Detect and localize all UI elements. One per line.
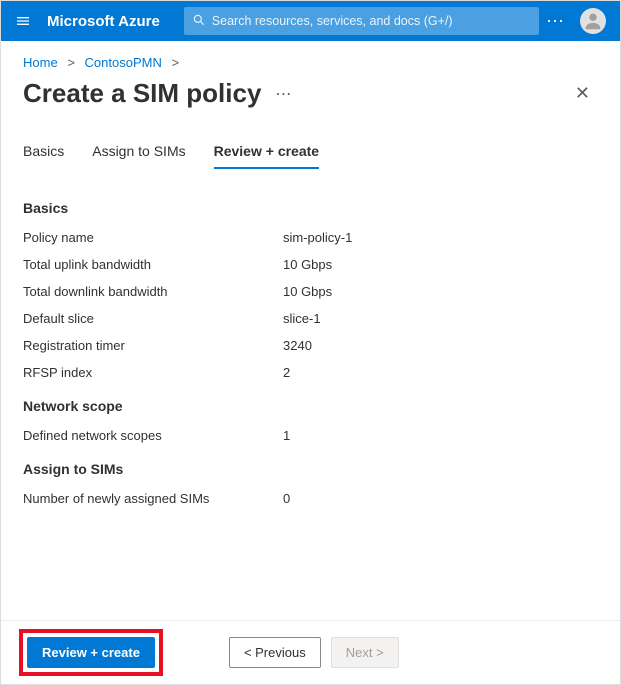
- label-downlink: Total downlink bandwidth: [23, 284, 283, 299]
- label-scopes: Defined network scopes: [23, 428, 283, 443]
- value-rfsp: 2: [283, 365, 290, 380]
- row-scopes: Defined network scopes 1: [23, 428, 598, 443]
- value-uplink: 10 Gbps: [283, 257, 332, 272]
- breadcrumb: Home > ContosoPMN >: [23, 55, 598, 70]
- chevron-right-icon: >: [67, 55, 75, 70]
- page-content: Home > ContosoPMN > Create a SIM policy …: [1, 41, 620, 622]
- brand-label[interactable]: Microsoft Azure: [47, 13, 160, 30]
- row-assigned-count: Number of newly assigned SIMs 0: [23, 491, 598, 506]
- page-title: Create a SIM policy: [23, 78, 261, 109]
- title-bar: Create a SIM policy ⋯ ✕: [23, 78, 598, 109]
- more-icon[interactable]: ⋯: [546, 11, 566, 32]
- next-button: Next >: [331, 637, 399, 668]
- row-slice: Default slice slice-1: [23, 311, 598, 326]
- search-input[interactable]: [212, 14, 531, 28]
- label-rfsp: RFSP index: [23, 365, 283, 380]
- close-icon[interactable]: ✕: [567, 79, 598, 108]
- label-policy-name: Policy name: [23, 230, 283, 245]
- label-slice: Default slice: [23, 311, 283, 326]
- top-nav: Microsoft Azure ⋯: [1, 1, 620, 41]
- chevron-right-icon: >: [171, 55, 179, 70]
- wizard-tabs: Basics Assign to SIMs Review + create: [23, 137, 598, 170]
- value-slice: slice-1: [283, 311, 321, 326]
- tab-assign[interactable]: Assign to SIMs: [92, 137, 185, 169]
- account-avatar[interactable]: [580, 8, 606, 34]
- value-assigned-count: 0: [283, 491, 290, 506]
- breadcrumb-item[interactable]: ContosoPMN: [85, 55, 162, 70]
- section-heading-basics: Basics: [23, 200, 598, 216]
- row-policy-name: Policy name sim-policy-1: [23, 230, 598, 245]
- highlight-annotation: Review + create: [19, 629, 163, 676]
- row-rfsp: RFSP index 2: [23, 365, 598, 380]
- tab-basics[interactable]: Basics: [23, 137, 64, 169]
- row-downlink: Total downlink bandwidth 10 Gbps: [23, 284, 598, 299]
- global-search[interactable]: [184, 7, 539, 35]
- label-uplink: Total uplink bandwidth: [23, 257, 283, 272]
- title-more-icon[interactable]: ⋯: [275, 84, 293, 104]
- section-heading-network: Network scope: [23, 398, 598, 414]
- value-registration: 3240: [283, 338, 312, 353]
- search-icon: [192, 13, 206, 30]
- row-registration: Registration timer 3240: [23, 338, 598, 353]
- row-uplink: Total uplink bandwidth 10 Gbps: [23, 257, 598, 272]
- label-assigned-count: Number of newly assigned SIMs: [23, 491, 283, 506]
- wizard-footer: Review + create < Previous Next >: [1, 620, 620, 684]
- value-downlink: 10 Gbps: [283, 284, 332, 299]
- breadcrumb-home[interactable]: Home: [23, 55, 58, 70]
- hamburger-icon[interactable]: [9, 7, 37, 35]
- value-policy-name: sim-policy-1: [283, 230, 352, 245]
- value-scopes: 1: [283, 428, 290, 443]
- label-registration: Registration timer: [23, 338, 283, 353]
- section-heading-assign: Assign to SIMs: [23, 461, 598, 477]
- previous-button[interactable]: < Previous: [229, 637, 321, 668]
- tab-review[interactable]: Review + create: [214, 137, 319, 169]
- review-create-button[interactable]: Review + create: [27, 637, 155, 668]
